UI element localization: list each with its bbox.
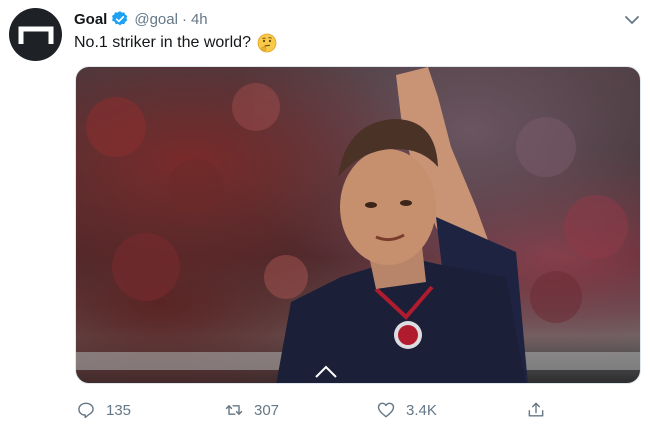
- tweet-timestamp[interactable]: 4h: [191, 11, 208, 28]
- reply-count: 135: [106, 401, 132, 419]
- verified-badge-icon: [111, 10, 129, 28]
- tweet-card[interactable]: Goal @goal · 4h No.1 striker in the worl…: [0, 0, 650, 431]
- retweet-button[interactable]: 307: [224, 400, 279, 420]
- heart-icon: [377, 402, 395, 418]
- thinking-face-icon: [257, 33, 277, 53]
- tweet-actions-bar: 135 307 3.4K: [0, 400, 650, 426]
- share-icon: [528, 402, 544, 417]
- tweet-photo[interactable]: [75, 66, 641, 384]
- separator-dot: ·: [181, 10, 187, 28]
- retweet-icon: [225, 405, 243, 415]
- player-photo-image: [76, 67, 640, 383]
- author-avatar[interactable]: [9, 8, 62, 61]
- retweet-count: 307: [254, 401, 280, 419]
- tweet-text: No.1 striker in the world?: [74, 33, 277, 53]
- author-handle[interactable]: @goal: [134, 11, 178, 28]
- goal-logo-icon: [18, 26, 53, 44]
- author-name[interactable]: Goal: [74, 11, 107, 28]
- reply-button[interactable]: 135: [76, 400, 131, 420]
- like-count: 3.4K: [406, 401, 437, 419]
- reply-icon: [78, 402, 94, 419]
- share-button[interactable]: [526, 400, 556, 420]
- more-options-chevron-down-icon[interactable]: [622, 10, 642, 30]
- tweet-text-content: No.1 striker in the world?: [74, 34, 251, 51]
- like-button[interactable]: 3.4K: [376, 400, 437, 420]
- tweet-header: Goal @goal · 4h: [74, 8, 208, 30]
